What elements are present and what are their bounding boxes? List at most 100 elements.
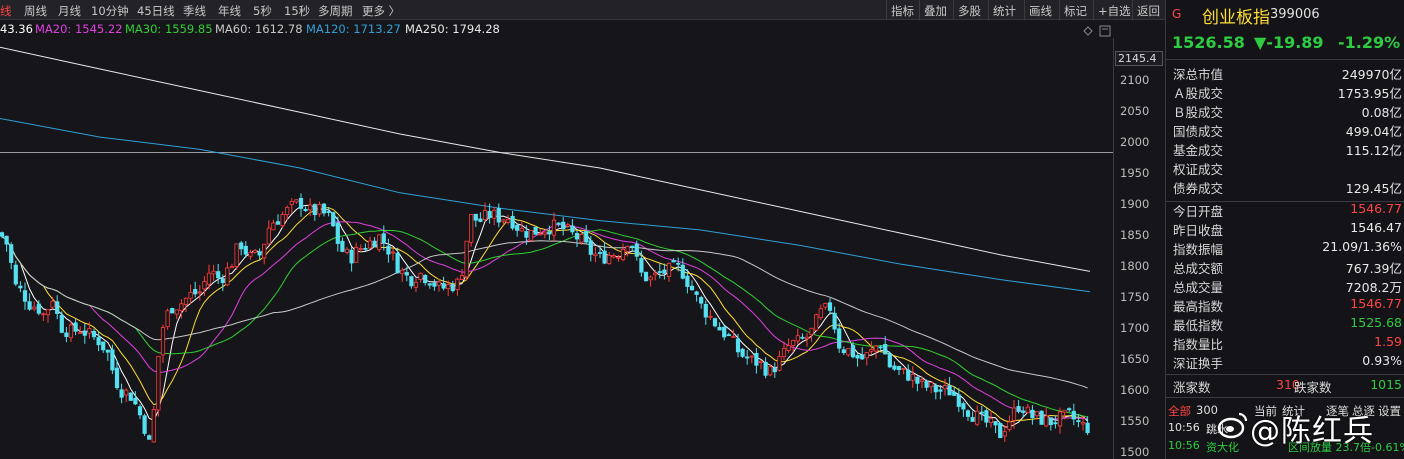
candle-up (731, 336, 736, 338)
divider (1166, 374, 1404, 375)
price-axis-tick: 1750 (1120, 290, 1150, 305)
quote-stat-value: 0.08亿 (1361, 105, 1402, 120)
candle-up (988, 418, 994, 424)
candle-down (441, 283, 446, 289)
indicator-button[interactable]: 指标 (886, 0, 918, 20)
candle-down (239, 242, 244, 250)
candle-up (804, 336, 810, 340)
candle-down (676, 262, 681, 265)
period-daily-tab[interactable]: 线 (0, 3, 12, 19)
quote-stat-label: 今日开盘 (1173, 204, 1224, 219)
candle-down (1053, 422, 1058, 425)
candle-up (289, 200, 294, 206)
candle-down (372, 240, 377, 248)
overlay-button[interactable]: 叠加 (919, 0, 951, 20)
quote-stat-value: 21.09/1.36% (1322, 239, 1402, 254)
candle-up (446, 284, 451, 289)
candle-down (257, 251, 262, 256)
quote-stat-row: 国债成交 499.04亿 (1166, 120, 1404, 139)
window-icon[interactable] (1099, 25, 1111, 37)
candle-up (538, 233, 543, 236)
quote-stat-label: 总成交额 (1173, 261, 1224, 276)
candle-up (174, 309, 179, 315)
period-quarterly-tab[interactable]: 季线 (183, 3, 206, 19)
add-watchlist-button[interactable]: +自选 (1093, 0, 1135, 20)
candle-down (643, 271, 649, 282)
period-yearly-tab[interactable]: 年线 (218, 3, 241, 19)
quote-stat-label: 权证成交 (1173, 162, 1224, 177)
diamond-icon[interactable] (1083, 26, 1093, 36)
period-10min-tab[interactable]: 10分钟 (91, 3, 129, 19)
period-multi-tab[interactable]: 多周期 (318, 3, 353, 19)
multi-stock-button[interactable]: 多股 (953, 0, 985, 20)
price-axis: 2100 2050 2000 1950 1900 1850 1800 1750 1700 1650… (1113, 38, 1165, 459)
candle-up (818, 308, 823, 319)
candle-up (786, 345, 791, 351)
candle-down (243, 245, 248, 255)
quote-stat-label: 深证换手 (1173, 356, 1224, 371)
candle-down (827, 302, 833, 311)
quote-stat-value: 7208.2万 (1345, 280, 1402, 295)
period-15sec-tab[interactable]: 15秒 (284, 3, 310, 19)
price-axis-tick: 1500 (1120, 444, 1150, 459)
tab-all[interactable]: 全部 (1168, 403, 1191, 419)
candle-down (487, 210, 492, 219)
candle-down (740, 348, 745, 357)
kline-chart[interactable] (0, 38, 1113, 459)
period-5sec-tab[interactable]: 5秒 (253, 3, 272, 19)
period-45day-tab[interactable]: 45日线 (137, 3, 175, 19)
period-weekly-tab[interactable]: 周线 (24, 3, 47, 19)
draw-line-button[interactable]: 画线 (1024, 0, 1056, 20)
candle-down (303, 208, 308, 211)
ma120-value: MA120: 1713.27 (306, 22, 401, 36)
candle-up (1062, 409, 1067, 413)
candle-down (18, 285, 23, 289)
price-axis-tick: 2100 (1120, 73, 1150, 88)
candle-up (87, 328, 92, 334)
advance-decline-row: 涨家数 310 跌家数 1015 (1166, 376, 1404, 395)
candle-up (211, 270, 216, 275)
price-axis-tick: 1850 (1120, 228, 1150, 243)
divider (1166, 201, 1404, 202)
candle-down (478, 218, 483, 222)
quote-stat-label: Ｂ股成交 (1173, 105, 1224, 120)
candle-down (386, 245, 391, 255)
price-axis-tick: 1900 (1120, 197, 1150, 212)
candle-down (657, 271, 662, 273)
candle-down (326, 211, 331, 213)
back-button[interactable]: 返回 (1132, 0, 1165, 20)
candle-up (413, 281, 419, 288)
candle-up (280, 214, 285, 227)
period-monthly-tab[interactable]: 月线 (58, 3, 81, 19)
candle-down (699, 297, 704, 304)
candle-down (321, 203, 327, 214)
candle-down (0, 232, 5, 237)
candle-up (1034, 411, 1040, 417)
candle-down (570, 225, 575, 233)
candle-up (593, 253, 598, 257)
mark-button[interactable]: 标记 (1059, 0, 1091, 20)
candle-down (1076, 420, 1081, 423)
candle-down (735, 338, 741, 353)
candle-up (975, 410, 980, 425)
candle-down (1085, 422, 1090, 434)
statistics-button[interactable]: 统计 (988, 0, 1020, 20)
candle-up (625, 245, 630, 252)
candle-down (556, 222, 561, 225)
tab-settings[interactable]: 设置 (1378, 403, 1401, 419)
tab-300[interactable]: 300 (1196, 403, 1218, 417)
candle-down (133, 398, 138, 405)
candle-down (887, 353, 892, 368)
candle-down (639, 258, 644, 273)
candle-up (749, 355, 754, 358)
candle-down (533, 226, 538, 235)
candle-up (317, 204, 322, 215)
quote-stat-value: 249970亿 (1341, 67, 1402, 82)
candle-up (942, 385, 948, 390)
period-more-dropdown[interactable]: 更多 〉 (362, 3, 400, 19)
candle-down (137, 406, 143, 416)
candle-up (648, 276, 653, 281)
candle-down (142, 415, 147, 434)
quote-stat-row: 最低指数 1525.68 (1166, 314, 1404, 333)
candle-down (965, 410, 971, 417)
